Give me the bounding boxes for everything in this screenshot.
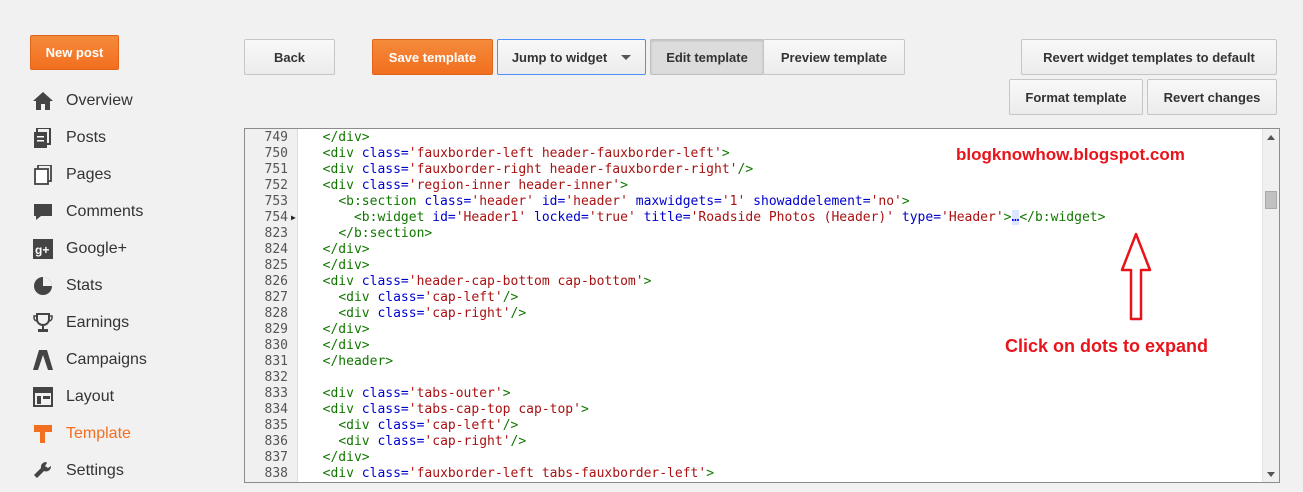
code-text: <div class='fauxborder-left tabs-fauxbor… bbox=[322, 466, 715, 481]
code-text: </div> bbox=[322, 450, 370, 465]
comments-icon bbox=[32, 201, 54, 223]
code-text: <div class='cap-right'/> bbox=[338, 434, 527, 449]
code-text: </div> bbox=[322, 322, 370, 337]
back-button[interactable]: Back bbox=[244, 39, 335, 75]
sidebar-item-pages[interactable]: Pages bbox=[32, 162, 111, 188]
pages-icon bbox=[32, 164, 54, 186]
code-text: </div> bbox=[322, 130, 370, 145]
sidebar-item-earnings[interactable]: Earnings bbox=[32, 310, 129, 336]
sidebar-item-label: Layout bbox=[66, 388, 115, 405]
watermark-text: blogknowhow.blogspot.com bbox=[956, 145, 1185, 164]
line-number: 753 bbox=[264, 194, 288, 209]
line-number: 834 bbox=[264, 402, 288, 417]
sidebar-item-label: Comments bbox=[66, 203, 144, 220]
revert-changes-button[interactable]: Revert changes bbox=[1147, 79, 1277, 115]
line-number: 838 bbox=[264, 466, 288, 481]
line-number: 831 bbox=[264, 354, 288, 369]
sidebar-item-label: Earnings bbox=[66, 314, 130, 331]
code-text: </header> bbox=[322, 354, 394, 369]
svg-text:g+: g+ bbox=[35, 243, 49, 257]
line-number: 833 bbox=[264, 386, 288, 401]
line-number: 837 bbox=[264, 450, 288, 465]
sidebar-item-posts[interactable]: Posts bbox=[32, 125, 106, 151]
edit-template-tab[interactable]: Edit template bbox=[650, 39, 764, 75]
sidebar-item-template[interactable]: Template bbox=[32, 421, 131, 447]
code-text: <div class='fauxborder-left header-fauxb… bbox=[322, 146, 730, 161]
settings-icon bbox=[32, 460, 54, 482]
sidebar-item-label: Stats bbox=[66, 277, 103, 294]
code-text: <div class='tabs-cap-top cap-top'> bbox=[322, 402, 589, 417]
code-text: <b:section class='header' id='header' ma… bbox=[338, 194, 910, 209]
code-text: </div> bbox=[322, 258, 370, 273]
line-number: 824 bbox=[264, 242, 288, 257]
sidebar-item-label: Posts bbox=[66, 129, 107, 146]
save-template-button[interactable]: Save template bbox=[372, 39, 493, 75]
new-post-button[interactable]: New post bbox=[30, 35, 119, 70]
editor-scrollbar[interactable] bbox=[1262, 129, 1279, 482]
earnings-icon bbox=[32, 312, 54, 334]
code-text: <div class='region-inner header-inner'> bbox=[322, 178, 628, 193]
sidebar-item-settings[interactable]: Settings bbox=[32, 458, 124, 484]
code-text: <div class='fauxborder-right header-faux… bbox=[322, 162, 754, 177]
google-plus-icon: g+ bbox=[32, 238, 54, 260]
preview-template-tab[interactable]: Preview template bbox=[763, 39, 905, 75]
line-number: 749 bbox=[264, 130, 288, 145]
sidebar-item-google[interactable]: g+ Google+ bbox=[32, 236, 127, 262]
jump-to-widget-label: Jump to widget bbox=[511, 49, 608, 65]
sidebar-item-label: Google+ bbox=[66, 240, 127, 257]
line-number: 752 bbox=[264, 178, 288, 193]
posts-icon bbox=[32, 127, 54, 149]
line-number: 829 bbox=[264, 322, 288, 337]
up-arrow-annotation-icon bbox=[1120, 232, 1152, 321]
sidebar-item-campaigns[interactable]: Campaigns bbox=[32, 347, 147, 373]
sidebar-item-layout[interactable]: Layout bbox=[32, 384, 114, 410]
format-template-button[interactable]: Format template bbox=[1009, 79, 1143, 115]
chevron-down-icon bbox=[621, 54, 632, 60]
sidebar-item-comments[interactable]: Comments bbox=[32, 199, 143, 225]
expand-hint-text: Click on dots to expand bbox=[1005, 336, 1209, 356]
code-text: </div> bbox=[322, 338, 370, 353]
line-number: 823 bbox=[264, 226, 288, 241]
line-number: 750 bbox=[264, 146, 288, 161]
line-number: 836 bbox=[264, 434, 288, 449]
sidebar-item-overview[interactable]: Overview bbox=[32, 88, 133, 114]
line-number: 830 bbox=[264, 338, 288, 353]
line-number: 751 bbox=[264, 162, 288, 177]
code-text: <div class='cap-left'/> bbox=[338, 418, 519, 433]
scroll-down-arrow-icon[interactable] bbox=[1263, 466, 1279, 482]
template-icon bbox=[32, 423, 54, 445]
code-text: <div class='tabs-outer'> bbox=[322, 386, 511, 401]
fold-arrow-icon[interactable]: ▶ bbox=[291, 210, 296, 226]
code-text: </div> bbox=[322, 242, 370, 257]
line-number: 826 bbox=[264, 274, 288, 289]
scrollbar-thumb[interactable] bbox=[1265, 191, 1277, 209]
line-number: 835 bbox=[264, 418, 288, 433]
sidebar-item-label: Settings bbox=[66, 462, 124, 479]
jump-to-widget-dropdown[interactable]: Jump to widget bbox=[497, 39, 646, 75]
line-number: 828 bbox=[264, 306, 288, 321]
scroll-up-arrow-icon[interactable] bbox=[1263, 129, 1279, 145]
sidebar-item-label: Template bbox=[66, 425, 131, 442]
code-text: <div class='cap-left'/> bbox=[338, 290, 519, 305]
code-text: <div class='header-cap-bottom cap-bottom… bbox=[322, 274, 652, 289]
line-number: 825 bbox=[264, 258, 288, 273]
line-number: 832 bbox=[264, 370, 288, 385]
sidebar-item-label: Pages bbox=[66, 166, 112, 183]
code-text: <div class='cap-right'/> bbox=[338, 306, 527, 321]
code-text: <b:widget id='Header1' locked='true' tit… bbox=[353, 210, 1106, 225]
campaigns-icon bbox=[32, 349, 54, 371]
code-text: </b:section> bbox=[338, 226, 433, 241]
sidebar-item-label: Campaigns bbox=[66, 351, 147, 368]
home-icon bbox=[32, 90, 54, 112]
revert-widget-templates-button[interactable]: Revert widget templates to default bbox=[1021, 39, 1277, 75]
sidebar-item-label: Overview bbox=[66, 92, 133, 109]
layout-icon bbox=[32, 386, 54, 408]
stats-icon bbox=[32, 275, 54, 297]
line-number: 754 bbox=[264, 210, 288, 225]
sidebar-item-stats[interactable]: Stats bbox=[32, 273, 102, 299]
line-number: 827 bbox=[264, 290, 288, 305]
